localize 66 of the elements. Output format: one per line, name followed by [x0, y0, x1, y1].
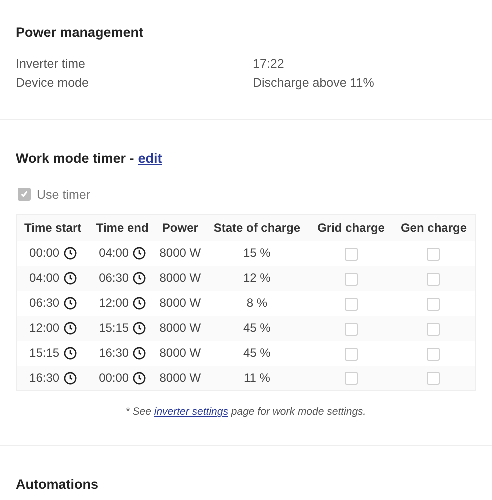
table-cell: 12 %	[243, 271, 271, 286]
column-header: Time end	[89, 214, 156, 241]
table-cell-text: 16:30	[99, 345, 130, 362]
table-cell: 15 %	[243, 246, 271, 260]
section-title: Work mode timer -	[16, 150, 134, 168]
clock-icon[interactable]	[64, 346, 77, 360]
column-header: Gen charge	[392, 214, 476, 241]
clock-icon[interactable]	[64, 296, 77, 310]
clock-icon[interactable]	[133, 246, 146, 260]
table-cell: 45 %	[243, 321, 271, 336]
field-label: Device mode	[16, 75, 90, 92]
column-header: Power	[156, 214, 205, 241]
table-cell-text: 00:00	[99, 370, 130, 387]
checkbox[interactable]	[344, 348, 358, 361]
column-header: Grid charge	[310, 214, 393, 241]
table-cell-text: 15:15	[99, 320, 130, 338]
table-cell: 8000 W	[160, 346, 202, 360]
section-title: Power management	[16, 24, 145, 42]
edit-link[interactable]: edit	[138, 149, 162, 170]
clock-icon[interactable]	[64, 372, 77, 384]
checkbox[interactable]	[344, 248, 358, 261]
table-cell-text: 06:30	[30, 295, 60, 312]
clock-icon[interactable]	[133, 346, 146, 360]
check-icon	[20, 190, 29, 200]
inverter-settings-link[interactable]: inverter settings	[154, 406, 228, 418]
checkbox[interactable]	[427, 298, 440, 311]
clock-icon[interactable]	[133, 296, 146, 310]
clock-icon[interactable]	[133, 372, 146, 384]
checkbox[interactable]	[344, 372, 358, 386]
field-value: Discharge above 11%	[253, 75, 374, 92]
clock-icon[interactable]	[133, 272, 146, 285]
checkbox[interactable]	[344, 298, 358, 311]
table-cell: 8000 W	[160, 296, 202, 310]
column-header: State of charge	[204, 214, 310, 241]
checkbox[interactable]	[427, 272, 440, 286]
section-title: Automations	[16, 476, 100, 494]
table-cell-text: 16:30	[30, 370, 60, 387]
table-cell-text: 12:00	[99, 295, 130, 312]
table-cell: 8000 W	[160, 271, 202, 286]
clock-icon[interactable]	[64, 272, 77, 285]
table-cell: 45 %	[243, 346, 271, 360]
field-value: 17:22	[253, 56, 284, 74]
checkbox[interactable]	[427, 372, 440, 386]
table-cell: 8000 W	[160, 246, 202, 260]
table-cell: 8000 W	[160, 371, 202, 385]
checkbox[interactable]	[427, 322, 440, 336]
clock-icon[interactable]	[133, 322, 146, 335]
checkbox[interactable]	[344, 272, 358, 286]
checkbox-label: Use timer	[37, 186, 90, 204]
table-cell-text: 12:00	[30, 320, 60, 338]
clock-icon[interactable]	[64, 322, 77, 335]
table-cell-text: 15:15	[30, 345, 60, 362]
checkbox[interactable]	[427, 248, 440, 261]
table-cell: 11 %	[244, 371, 270, 385]
footnote: * See inverter settings page for work mode settings.	[124, 405, 368, 420]
table-cell-text: 00:00	[30, 245, 60, 262]
checkbox[interactable]	[427, 348, 440, 361]
field-label: Inverter time	[16, 56, 86, 74]
table-cell-text: 04:00	[30, 270, 60, 288]
clock-icon[interactable]	[64, 246, 77, 260]
checkbox[interactable]	[344, 322, 358, 336]
column-header: Time start	[16, 214, 90, 241]
table-cell-text: 06:30	[99, 270, 130, 288]
table-cell: 8000 W	[160, 321, 202, 336]
table-cell: 8 %	[246, 296, 268, 310]
table-cell-text: 04:00	[99, 245, 130, 262]
